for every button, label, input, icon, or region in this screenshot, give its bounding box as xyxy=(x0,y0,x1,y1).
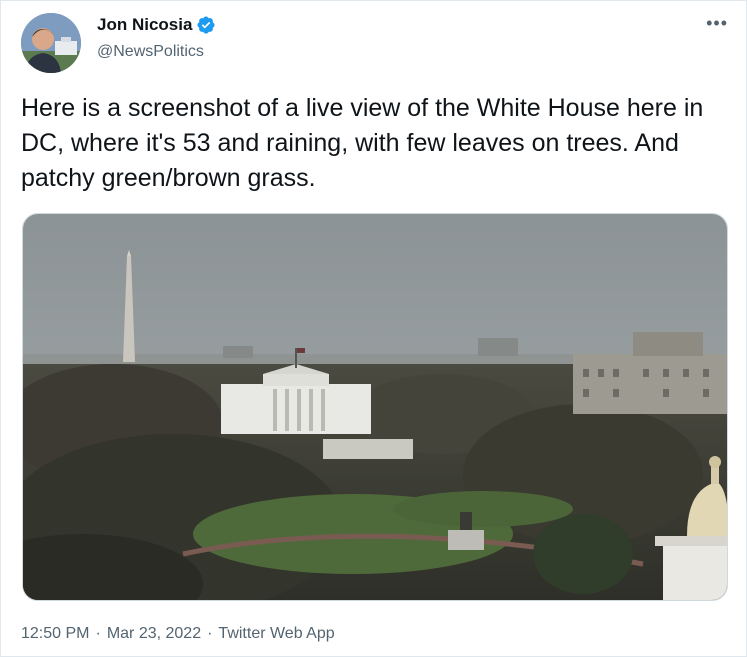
tweet-source[interactable]: Twitter Web App xyxy=(218,625,334,643)
tweet-media-image[interactable] xyxy=(22,213,728,601)
tweet-text: Here is a screenshot of a live view of t… xyxy=(21,94,704,192)
meta-separator: · xyxy=(95,625,101,642)
avatar-photo-icon xyxy=(21,13,81,73)
tweet-date[interactable]: Mar 23, 2022 xyxy=(107,625,201,643)
tweet-time[interactable]: 12:50 PM xyxy=(21,625,89,643)
tweet-metadata: 12:50 PM · Mar 23, 2022 · Twitter Web Ap… xyxy=(21,625,335,643)
author-name-row: Jon Nicosia xyxy=(97,15,216,35)
author-display-name[interactable]: Jon Nicosia xyxy=(97,15,192,35)
author-handle[interactable]: @NewsPolitics xyxy=(97,43,204,61)
more-options-icon[interactable]: ••• xyxy=(706,13,728,33)
tweet-card: Jon Nicosia @NewsPolitics ••• Here is a … xyxy=(0,0,747,657)
meta-separator: · xyxy=(207,625,213,642)
white-house-photo xyxy=(23,214,727,600)
author-avatar[interactable] xyxy=(21,13,81,73)
verified-badge-icon xyxy=(197,16,215,34)
